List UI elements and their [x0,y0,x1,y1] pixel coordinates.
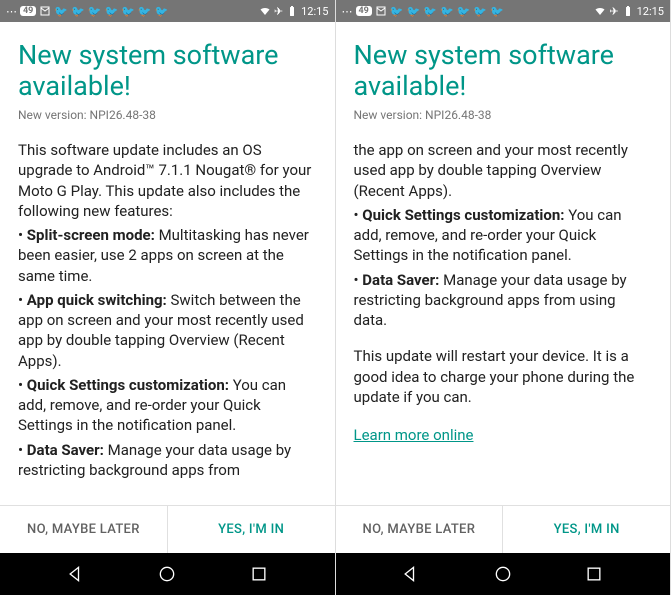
status-bar: ⋯ 49 🐦 🐦 🐦 🐦 🐦 🐦 🐦 ✈ 12:15 [0,0,335,22]
button-bar: NO, MAYBE LATER YES, I'M IN [336,505,671,553]
notification-badge: 49 [356,6,372,16]
phone-screen-right: ⋯ 49 🐦 🐦 🐦 🐦 🐦 🐦 🐦 ✈ 12:15 New system so… [336,0,671,595]
twitter-icon: 🐦 [121,5,135,18]
dialog-body: the app on screen and your most recently… [354,140,653,445]
nav-bar [336,553,671,595]
feature-item: • Quick Settings customization: You can … [354,205,653,266]
clock: 12:15 [637,5,664,18]
notification-badge: 49 [20,6,36,16]
mail-icon [375,5,387,17]
twitter-icon: 🐦 [423,5,437,18]
update-dialog-content[interactable]: New system software available! New versi… [336,22,671,505]
update-dialog-content[interactable]: New system software available! New versi… [0,22,335,505]
twitter-icon: 🐦 [155,5,169,18]
wifi-icon [259,5,271,17]
button-bar: NO, MAYBE LATER YES, I'M IN [0,505,335,553]
airplane-icon: ✈ [274,5,283,18]
feature-continued: the app on screen and your most recently… [354,140,653,201]
dialog-body: This software update includes an OS upgr… [18,140,317,480]
version-label: New version: NPI26.48-38 [18,108,317,122]
feature-item: • Data Saver: Manage your data usage by … [18,440,317,481]
feature-item: • Data Saver: Manage your data usage by … [354,270,653,331]
accept-button[interactable]: YES, I'M IN [503,506,670,553]
status-bar: ⋯ 49 🐦 🐦 🐦 🐦 🐦 🐦 🐦 ✈ 12:15 [336,0,671,22]
nav-recent-icon[interactable] [584,564,604,584]
feature-item: • Quick Settings customization: You can … [18,375,317,436]
twitter-icon: 🐦 [407,5,421,18]
more-icon: ⋯ [6,5,17,18]
decline-button[interactable]: NO, MAYBE LATER [0,506,168,553]
more-icon: ⋯ [342,5,353,18]
mail-icon [39,5,51,17]
airplane-icon: ✈ [609,5,618,18]
feature-item: • Split-screen mode: Multitasking has ne… [18,225,317,286]
twitter-icon: 🐦 [138,5,152,18]
dialog-title: New system software available! [18,40,317,102]
battery-icon [622,5,634,17]
decline-button[interactable]: NO, MAYBE LATER [336,506,504,553]
twitter-icon: 🐦 [440,5,454,18]
accept-button[interactable]: YES, I'M IN [168,506,335,553]
feature-item: • App quick switching: Switch between th… [18,290,317,371]
dialog-title: New system software available! [354,40,653,102]
nav-home-icon[interactable] [493,564,513,584]
twitter-icon: 🐦 [473,5,487,18]
nav-back-icon[interactable] [66,564,86,584]
learn-more-link[interactable]: Learn more online [354,425,474,445]
nav-home-icon[interactable] [157,564,177,584]
clock: 12:15 [301,5,328,18]
battery-icon [286,5,298,17]
twitter-icon: 🐦 [457,5,471,18]
intro-text: This software update includes an OS upgr… [18,140,317,221]
twitter-icon: 🐦 [71,5,85,18]
nav-recent-icon[interactable] [249,564,269,584]
twitter-icon: 🐦 [390,5,404,18]
nav-back-icon[interactable] [401,564,421,584]
phone-screen-left: ⋯ 49 🐦 🐦 🐦 🐦 🐦 🐦 🐦 ✈ 12:15 New system so… [0,0,336,595]
twitter-icon: 🐦 [104,5,118,18]
twitter-icon: 🐦 [54,5,68,18]
nav-bar [0,553,335,595]
wifi-icon [594,5,606,17]
outro-text: This update will restart your device. It… [354,346,653,407]
twitter-icon: 🐦 [88,5,102,18]
version-label: New version: NPI26.48-38 [354,108,653,122]
twitter-icon: 🐦 [490,5,504,18]
